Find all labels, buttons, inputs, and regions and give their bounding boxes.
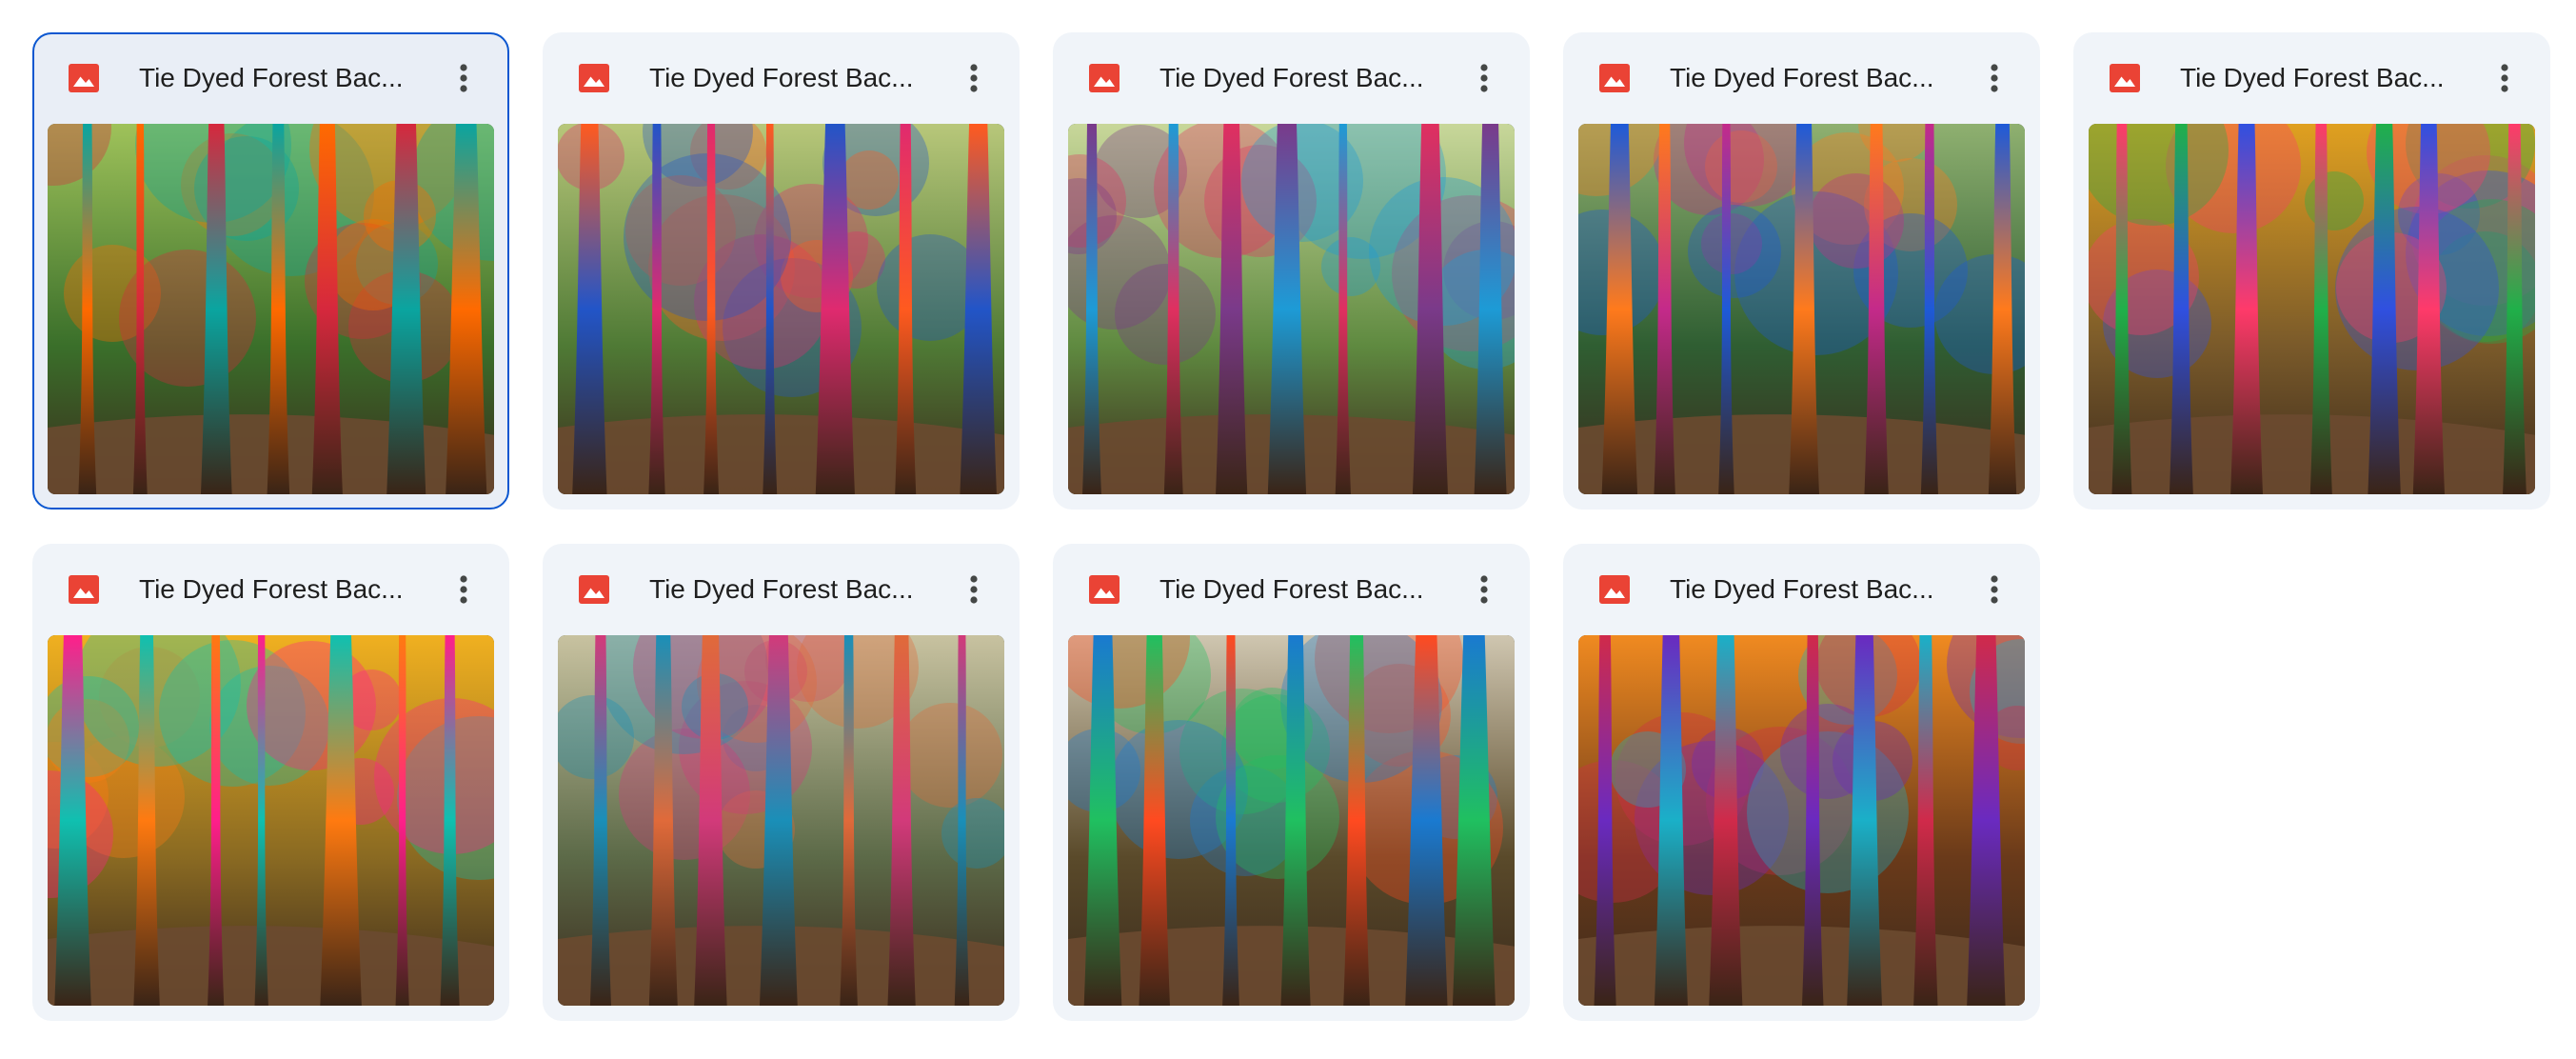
file-card[interactable]: Tie Dyed Forest Bac... <box>32 544 509 1021</box>
file-card-header[interactable]: Tie Dyed Forest Bac... <box>543 32 1020 122</box>
image-file-icon <box>1599 575 1630 604</box>
image-file-icon <box>69 64 99 92</box>
image-file-icon <box>1089 575 1120 604</box>
file-card-header[interactable]: Tie Dyed Forest Bac... <box>1563 544 2040 633</box>
file-card-header[interactable]: Tie Dyed Forest Bac... <box>543 544 1020 633</box>
more-options-icon[interactable] <box>441 55 486 101</box>
image-thumbnail[interactable] <box>2089 124 2535 494</box>
file-card[interactable]: Tie Dyed Forest Bac... <box>543 32 1020 510</box>
more-options-icon[interactable] <box>1461 567 1507 612</box>
file-card[interactable]: Tie Dyed Forest Bac... <box>1563 544 2040 1021</box>
more-options-icon[interactable] <box>441 567 486 612</box>
file-card-header[interactable]: Tie Dyed Forest Bac... <box>1563 32 2040 122</box>
image-thumbnail[interactable] <box>1068 635 1515 1006</box>
image-thumbnail[interactable] <box>1578 124 2025 494</box>
file-card[interactable]: Tie Dyed Forest Bac... <box>2073 32 2550 510</box>
more-options-icon[interactable] <box>1972 567 2017 612</box>
image-thumbnail[interactable] <box>1068 124 1515 494</box>
more-options-icon[interactable] <box>951 55 997 101</box>
file-card-header[interactable]: Tie Dyed Forest Bac... <box>32 544 509 633</box>
file-title: Tie Dyed Forest Bac... <box>1159 574 1424 604</box>
file-title: Tie Dyed Forest Bac... <box>139 63 404 92</box>
file-title: Tie Dyed Forest Bac... <box>1159 63 1424 92</box>
image-thumbnail[interactable] <box>1578 635 2025 1006</box>
file-card[interactable]: Tie Dyed Forest Bac... <box>1053 544 1530 1021</box>
file-card-header[interactable]: Tie Dyed Forest Bac... <box>2073 32 2550 122</box>
image-file-icon <box>579 64 609 92</box>
file-title: Tie Dyed Forest Bac... <box>1670 63 1934 92</box>
more-options-icon[interactable] <box>951 567 997 612</box>
image-file-icon <box>579 575 609 604</box>
image-file-icon <box>2110 64 2140 92</box>
file-card[interactable]: Tie Dyed Forest Bac... <box>1053 32 1530 510</box>
image-file-icon <box>1089 64 1120 92</box>
file-card[interactable]: Tie Dyed Forest Bac... <box>32 32 509 510</box>
more-options-icon[interactable] <box>1972 55 2017 101</box>
more-options-icon[interactable] <box>1461 55 1507 101</box>
file-card[interactable]: Tie Dyed Forest Bac... <box>1563 32 2040 510</box>
image-thumbnail[interactable] <box>48 635 494 1006</box>
file-card-header[interactable]: Tie Dyed Forest Bac... <box>1053 32 1530 122</box>
image-file-icon <box>1599 64 1630 92</box>
file-title: Tie Dyed Forest Bac... <box>139 574 404 604</box>
file-card-header[interactable]: Tie Dyed Forest Bac... <box>1053 544 1530 633</box>
file-card[interactable]: Tie Dyed Forest Bac... <box>543 544 1020 1021</box>
image-thumbnail[interactable] <box>558 635 1004 1006</box>
file-title: Tie Dyed Forest Bac... <box>649 574 914 604</box>
file-grid: Tie Dyed Forest Bac... Tie Dyed Forest B… <box>32 32 2550 1021</box>
file-title: Tie Dyed Forest Bac... <box>2180 63 2445 92</box>
image-thumbnail[interactable] <box>48 124 494 494</box>
file-title: Tie Dyed Forest Bac... <box>649 63 914 92</box>
image-thumbnail[interactable] <box>558 124 1004 494</box>
more-options-icon[interactable] <box>2482 55 2527 101</box>
file-card-header[interactable]: Tie Dyed Forest Bac... <box>34 34 507 124</box>
file-title: Tie Dyed Forest Bac... <box>1670 574 1934 604</box>
image-file-icon <box>69 575 99 604</box>
